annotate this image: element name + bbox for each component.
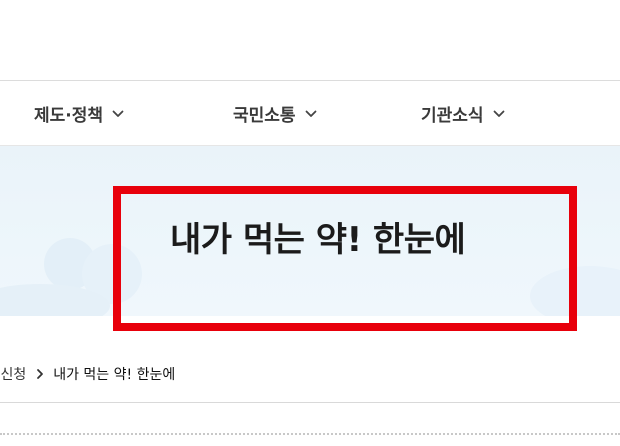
main-nav: 제도·정책 국민소통 기관소식	[0, 80, 620, 146]
breadcrumb-item-current: 내가 먹는 약! 한눈에	[53, 367, 176, 383]
dotted-divider	[0, 433, 620, 435]
chevron-down-icon	[112, 110, 124, 117]
divider	[0, 402, 620, 403]
nav-item-label: 기관소식	[421, 106, 484, 126]
nav-item-label: 제도·정책	[34, 106, 104, 126]
chevron-down-icon	[305, 110, 316, 117]
chevron-down-icon	[493, 110, 504, 117]
nav-item-label: 국민소통	[233, 106, 296, 126]
nav-item-communication[interactable]: 국민소통	[233, 81, 318, 146]
breadcrumb: ·신청 내가 먹는 약! 한눈에	[0, 362, 175, 386]
nav-item-agency-news[interactable]: 기관소식	[421, 81, 506, 146]
breadcrumb-item-previous[interactable]: ·신청	[0, 364, 26, 384]
nav-item-policy[interactable]: 제도·정책	[34, 81, 125, 146]
page: 제도·정책 국민소통 기관소식 내가 먹는 약! 한눈에 ·신청	[0, 0, 620, 446]
header-blank-area	[0, 0, 620, 80]
chevron-right-icon	[36, 368, 44, 380]
page-title: 내가 먹는 약! 한눈에	[170, 220, 466, 260]
